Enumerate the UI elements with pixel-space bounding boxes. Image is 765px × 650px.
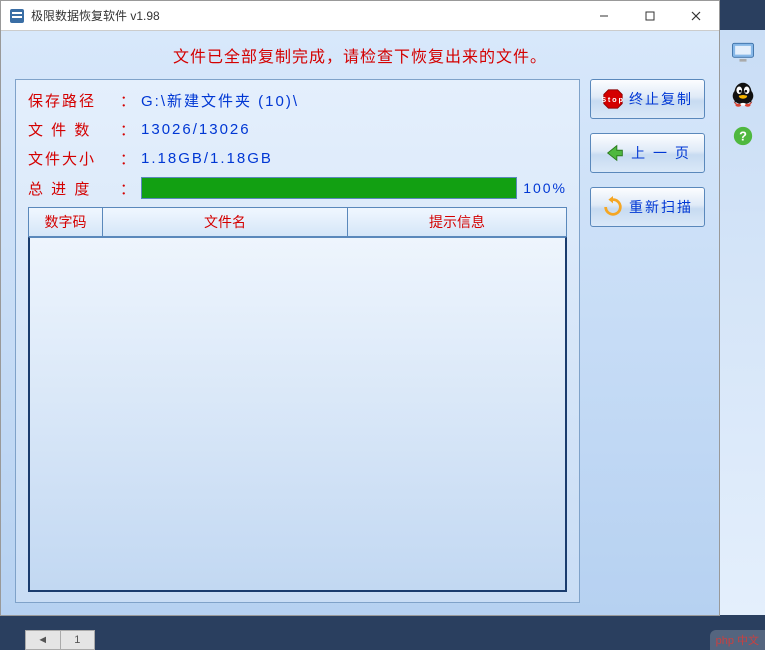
watermark: php 中文 bbox=[710, 630, 765, 650]
refresh-icon bbox=[602, 196, 624, 218]
app-icon bbox=[9, 8, 25, 24]
file-count-row: 文 件 数 ： 13026/13026 bbox=[28, 119, 567, 140]
window-title: 极限数据恢复软件 v1.98 bbox=[31, 7, 581, 24]
maximize-button[interactable] bbox=[627, 1, 673, 30]
progress-percent: 100% bbox=[523, 180, 567, 196]
close-button[interactable] bbox=[673, 1, 719, 30]
th-hint[interactable]: 提示信息 bbox=[348, 208, 566, 236]
qq-icon[interactable] bbox=[725, 76, 761, 112]
arrow-left-icon bbox=[604, 142, 626, 164]
monitor-icon[interactable] bbox=[725, 34, 761, 70]
prev-page-button[interactable]: 上 一 页 bbox=[590, 133, 705, 173]
tab-strip: ◄ 1 bbox=[25, 630, 95, 650]
results-table: 数字码 文件名 提示信息 bbox=[28, 207, 567, 592]
main-panel: 保存路径 ： G:\新建文件夹 (10)\ 文 件 数 ： 13026/1302… bbox=[15, 79, 580, 603]
colon: ： bbox=[120, 148, 135, 169]
stop-copy-label: 终止复制 bbox=[629, 89, 693, 109]
title-bar: 极限数据恢复软件 v1.98 bbox=[1, 1, 719, 31]
content-row: 保存路径 ： G:\新建文件夹 (10)\ 文 件 数 ： 13026/1302… bbox=[15, 79, 705, 603]
prev-page-label: 上 一 页 bbox=[631, 143, 691, 163]
svg-text:?: ? bbox=[739, 129, 747, 144]
table-body[interactable] bbox=[28, 237, 567, 592]
stop-icon: Stop bbox=[602, 88, 624, 110]
save-path-row: 保存路径 ： G:\新建文件夹 (10)\ bbox=[28, 90, 567, 111]
colon: ： bbox=[120, 90, 135, 111]
colon: ： bbox=[120, 119, 135, 140]
rescan-label: 重新扫描 bbox=[629, 197, 693, 217]
th-code[interactable]: 数字码 bbox=[29, 208, 103, 236]
progress-row: 总 进 度 ： 100% bbox=[28, 177, 567, 199]
side-buttons: Stop 终止复制 上 一 页 重新扫描 bbox=[590, 79, 705, 603]
progress-fill bbox=[142, 178, 516, 198]
help-icon[interactable]: ? bbox=[725, 118, 761, 154]
right-sidebar: ? bbox=[720, 30, 765, 615]
file-size-row: 文件大小 ： 1.18GB/1.18GB bbox=[28, 148, 567, 169]
save-path-value: G:\新建文件夹 (10)\ bbox=[141, 90, 299, 111]
svg-text:Stop: Stop bbox=[602, 95, 624, 104]
save-path-label: 保存路径 bbox=[28, 90, 118, 111]
progress-bar bbox=[141, 177, 517, 199]
file-count-label: 文 件 数 bbox=[28, 119, 118, 140]
window-body: 文件已全部复制完成，请检查下恢复出来的文件。 保存路径 ： G:\新建文件夹 (… bbox=[1, 31, 719, 615]
stop-copy-button[interactable]: Stop 终止复制 bbox=[590, 79, 705, 119]
rescan-button[interactable]: 重新扫描 bbox=[590, 187, 705, 227]
status-message: 文件已全部复制完成，请检查下恢复出来的文件。 bbox=[15, 43, 705, 67]
main-window: 极限数据恢复软件 v1.98 文件已全部复制完成，请检查下恢复出来的文件。 保存… bbox=[0, 0, 720, 616]
tab-1[interactable]: 1 bbox=[61, 631, 95, 649]
minimize-button[interactable] bbox=[581, 1, 627, 30]
file-size-value: 1.18GB/1.18GB bbox=[141, 150, 273, 167]
progress-label: 总 进 度 bbox=[28, 178, 118, 199]
tab-arrow[interactable]: ◄ bbox=[26, 631, 61, 649]
th-filename[interactable]: 文件名 bbox=[103, 208, 348, 236]
window-controls bbox=[581, 1, 719, 30]
table-header: 数字码 文件名 提示信息 bbox=[28, 207, 567, 237]
file-count-value: 13026/13026 bbox=[141, 121, 251, 138]
colon: ： bbox=[120, 178, 135, 199]
file-size-label: 文件大小 bbox=[28, 148, 118, 169]
